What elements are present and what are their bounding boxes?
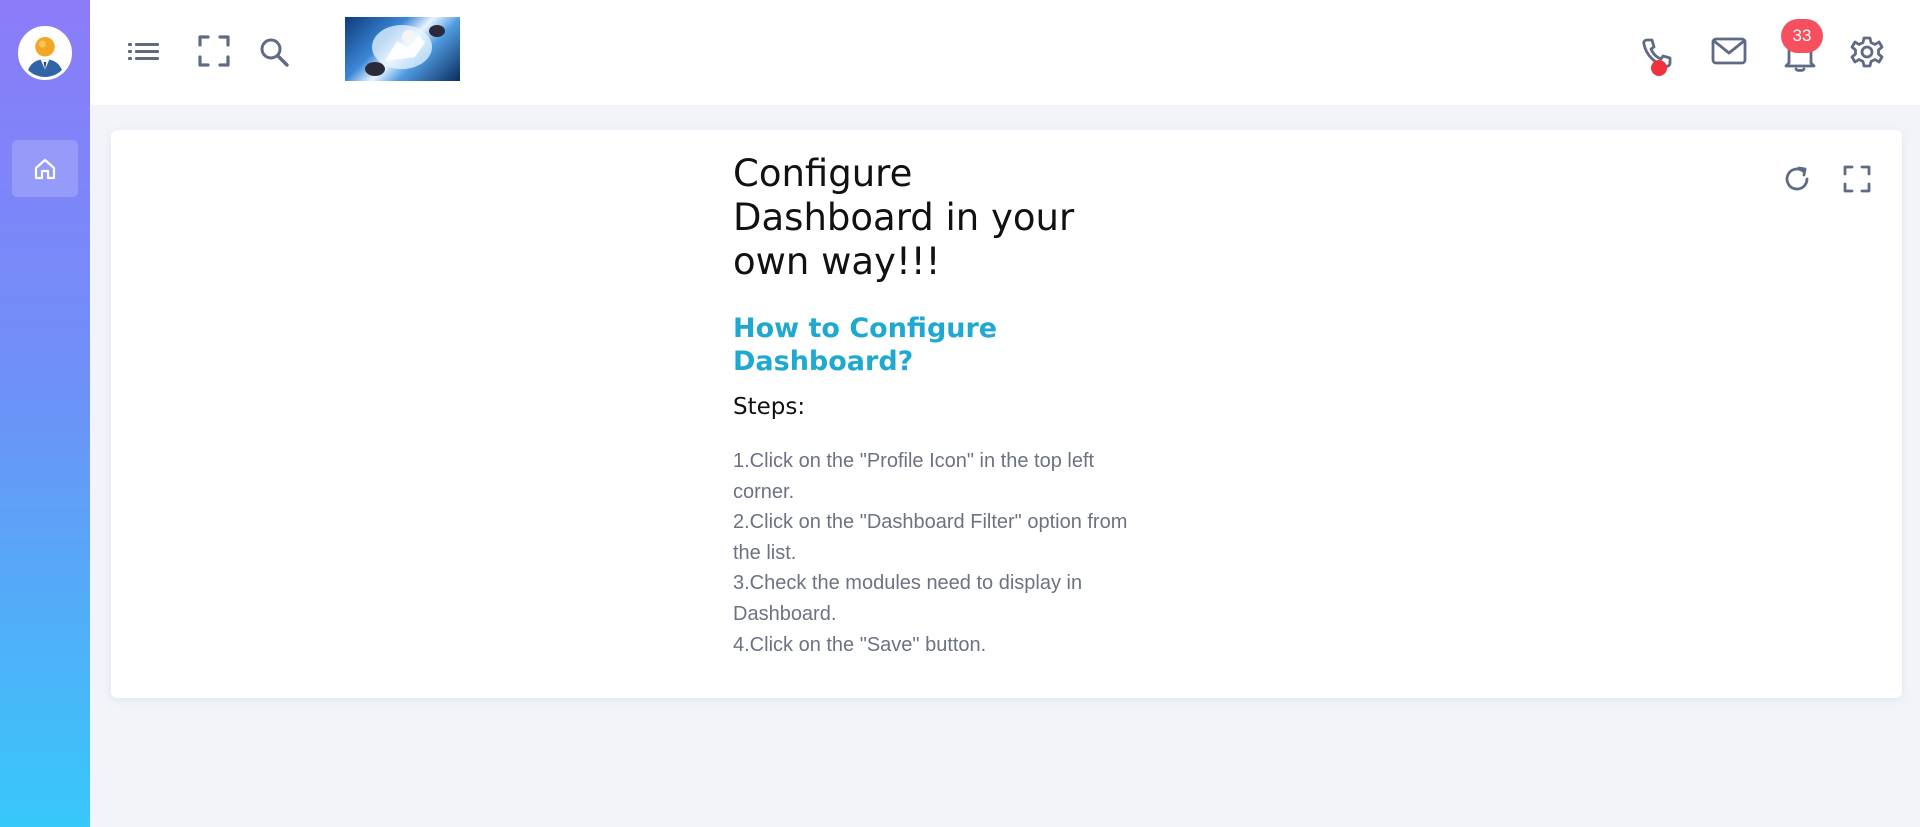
settings-button[interactable]: [1849, 34, 1885, 70]
card-tools: [1782, 164, 1872, 194]
profile-avatar[interactable]: [18, 26, 72, 80]
steps-label: Steps:: [733, 394, 806, 420]
user-avatar-icon: [21, 29, 69, 77]
fullscreen-button[interactable]: [197, 34, 231, 68]
dashboard-config-card: Configure Dashboard in your own way!!! H…: [111, 130, 1902, 698]
step-item: 3.Check the modules need to display in D…: [733, 572, 1083, 625]
call-status-dot: [1651, 60, 1667, 76]
gear-icon: [1850, 36, 1884, 68]
notification-count-badge: 33: [1781, 19, 1823, 53]
expand-icon: [1843, 165, 1871, 193]
menu-toggle-button[interactable]: [128, 37, 160, 67]
step-item: 4.Click on the "Save" button.: [733, 633, 987, 656]
sidebar-item-home[interactable]: [12, 140, 78, 197]
expand-button[interactable]: [1842, 164, 1872, 194]
fullscreen-icon: [198, 35, 230, 67]
refresh-button[interactable]: [1782, 164, 1812, 194]
anime-banner-icon: [365, 25, 445, 76]
list-icon: [128, 43, 159, 60]
search-icon: [260, 38, 289, 67]
mail-button[interactable]: [1710, 34, 1748, 68]
steps-list: 1.Click on the "Profile Icon" in the top…: [733, 446, 1138, 660]
page-title: Configure Dashboard in your own way!!!: [733, 152, 1075, 283]
step-item: 2.Click on the "Dashboard Filter" option…: [733, 511, 1128, 564]
search-button[interactable]: [258, 36, 290, 68]
card-content: Configure Dashboard in your own way!!! H…: [733, 152, 1153, 660]
section-subtitle: How to Configure Dashboard?: [733, 313, 998, 377]
sidebar: [0, 0, 90, 827]
step-item: 1.Click on the "Profile Icon" in the top…: [733, 450, 1095, 503]
mail-icon: [1711, 37, 1747, 65]
banner-image: [345, 17, 460, 81]
topbar: 33: [90, 0, 1920, 105]
refresh-icon: [1785, 166, 1809, 191]
home-icon: [34, 158, 56, 179]
